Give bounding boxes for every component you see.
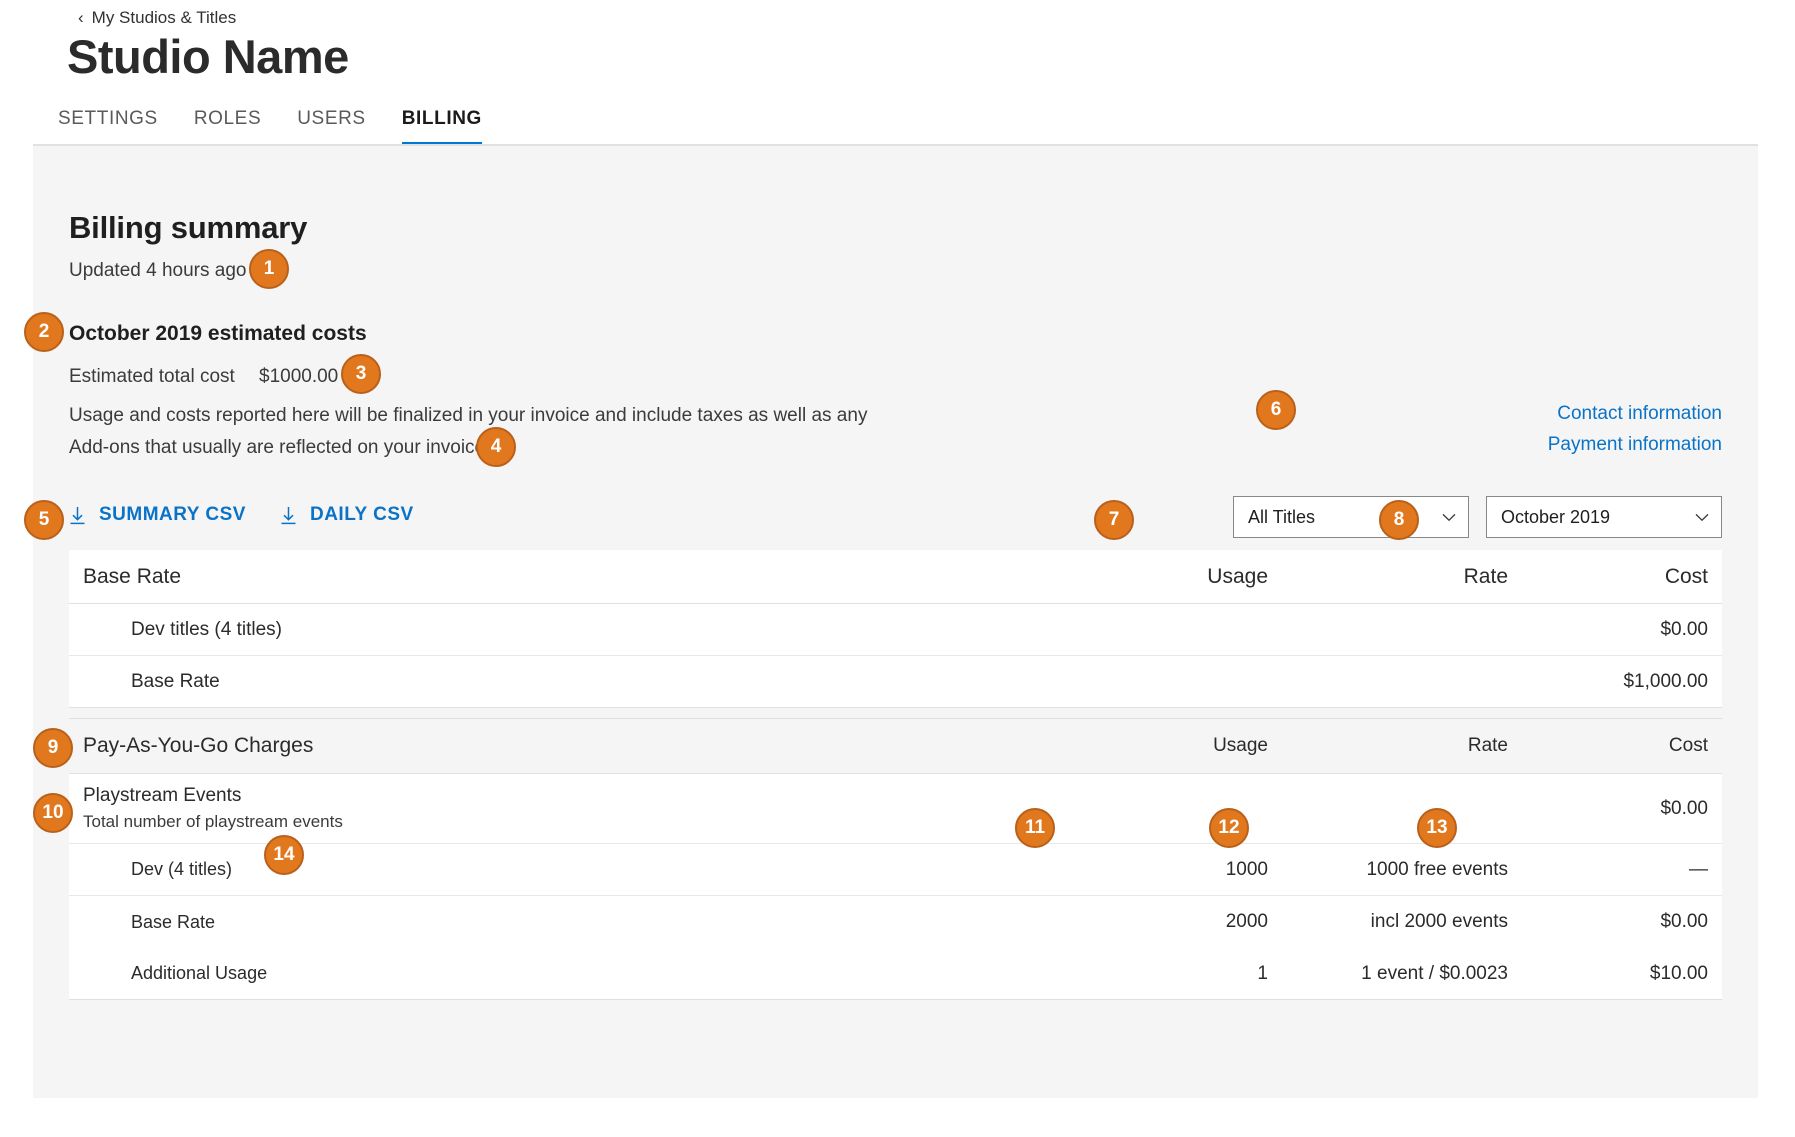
chevron-left-icon[interactable]: ‹ [78,9,84,26]
row-name: Base Rate [69,671,1078,693]
column-header-rate: Rate [1268,735,1508,757]
callout-badge-14: 14 [264,835,304,875]
billing-panel: Billing summary Updated 4 hours ago Octo… [33,144,1758,1098]
table-row[interactable]: Dev (4 titles) 1000 1000 free events — [69,844,1722,896]
callout-badge-7: 7 [1094,500,1134,540]
estimated-total-row: Estimated total cost $1000.00 [69,366,338,388]
callout-badge-6: 6 [1256,390,1296,430]
download-icon [280,506,297,525]
callout-badge-3: 3 [341,354,381,394]
row-name: Additional Usage [69,963,1078,984]
callout-badge-4: 4 [476,427,516,467]
table-row[interactable]: Dev titles (4 titles) $0.00 [69,604,1722,656]
row-rate: 1000 free events [1268,859,1508,881]
callout-badge-10: 10 [33,793,73,833]
billing-summary-heading: Billing summary [69,210,307,246]
row-usage: 1 [1078,963,1268,985]
callout-badge-12: 12 [1209,808,1249,848]
summary-csv-button[interactable]: SUMMARY CSV [69,504,246,526]
payg-table: Pay-As-You-Go Charges Usage Rate Cost Pl… [69,718,1722,1000]
billing-links: Contact information Payment information [1548,399,1722,461]
base-rate-table-header: Base Rate Usage Rate Cost [69,550,1722,604]
group-title: Playstream Events [83,784,1078,808]
group-cost: $0.00 [1508,798,1722,820]
tab-bar: SETTINGS ROLES USERS BILLING [58,108,482,146]
title-filter-dropdown[interactable]: All Titles [1233,496,1469,538]
title-filter-value: All Titles [1248,507,1315,528]
callout-badge-1: 1 [249,249,289,289]
billing-note: Usage and costs reported here will be fi… [69,400,869,464]
row-cost: — [1508,859,1722,881]
breadcrumb-label[interactable]: My Studios & Titles [92,8,237,28]
row-cost: $1,000.00 [1508,671,1722,693]
group-name-block: Playstream Events Total number of playst… [69,784,1078,833]
summary-csv-label: SUMMARY CSV [99,504,246,526]
row-cost: $0.00 [1508,911,1722,933]
column-header-name: Base Rate [69,565,1078,589]
column-header-rate: Rate [1268,565,1508,589]
payment-information-link[interactable]: Payment information [1548,430,1722,461]
tab-settings[interactable]: SETTINGS [58,108,158,146]
month-filter-value: October 2019 [1501,507,1610,528]
tab-roles[interactable]: ROLES [194,108,261,146]
chevron-down-icon [1442,513,1456,522]
row-name: Base Rate [69,912,1078,933]
payg-table-header: Pay-As-You-Go Charges Usage Rate Cost [69,718,1722,774]
callout-badge-5: 5 [24,500,64,540]
breadcrumb[interactable]: ‹ My Studios & Titles [78,8,236,28]
tab-users[interactable]: USERS [297,108,365,146]
column-header-usage: Usage [1078,735,1268,757]
row-rate: incl 2000 events [1268,911,1508,933]
filter-group: All Titles October 2019 [1233,496,1722,538]
chevron-down-icon [1695,513,1709,522]
callout-badge-13: 13 [1417,808,1457,848]
download-icon [69,506,86,525]
contact-information-link[interactable]: Contact information [1548,399,1722,430]
callout-badge-8: 8 [1379,500,1419,540]
estimated-costs-heading: October 2019 estimated costs [69,322,367,346]
base-rate-table: Base Rate Usage Rate Cost Dev titles (4 … [69,550,1722,726]
callout-badge-2: 2 [24,312,64,352]
page-title: Studio Name [67,31,349,83]
table-row[interactable]: Base Rate 2000 incl 2000 events $0.00 [69,896,1722,948]
estimated-total-label: Estimated total cost [69,366,259,388]
month-filter-dropdown[interactable]: October 2019 [1486,496,1722,538]
table-row[interactable]: Base Rate $1,000.00 [69,656,1722,708]
row-rate: 1 event / $0.0023 [1268,963,1508,985]
row-name: Dev titles (4 titles) [69,619,1078,641]
column-header-cost: Cost [1508,735,1722,757]
group-description: Total number of playstream events [83,811,1078,833]
row-cost: $10.00 [1508,963,1722,985]
row-usage: 1000 [1078,859,1268,881]
row-name: Dev (4 titles) [69,859,1078,880]
payg-group-row[interactable]: Playstream Events Total number of playst… [69,774,1722,844]
billing-page: ‹ My Studios & Titles Studio Name SETTIN… [0,0,1795,1137]
callout-badge-9: 9 [33,728,73,768]
row-usage: 2000 [1078,911,1268,933]
column-header-usage: Usage [1078,565,1268,589]
daily-csv-label: DAILY CSV [310,504,414,526]
estimated-total-value: $1000.00 [259,366,338,388]
daily-csv-button[interactable]: DAILY CSV [280,504,414,526]
tab-billing[interactable]: BILLING [402,108,482,146]
updated-timestamp: Updated 4 hours ago [69,260,246,282]
row-cost: $0.00 [1508,619,1722,641]
callout-badge-11: 11 [1015,808,1055,848]
table-row[interactable]: Additional Usage 1 1 event / $0.0023 $10… [69,948,1722,1000]
column-header-name: Pay-As-You-Go Charges [69,734,1078,758]
csv-toolbar: SUMMARY CSV DAILY CSV [69,504,414,526]
column-header-cost: Cost [1508,565,1722,589]
